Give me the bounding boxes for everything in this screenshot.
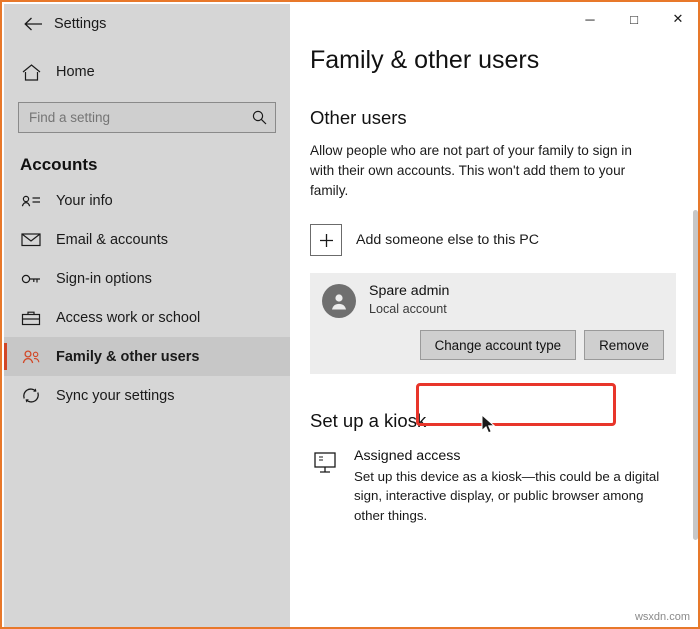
search-icon[interactable]	[252, 110, 267, 125]
assigned-access-description: Set up this device as a kiosk—this could…	[354, 469, 660, 523]
page-title: Family & other users	[310, 46, 540, 74]
sidebar-item-home-label: Home	[56, 64, 95, 80]
sidebar-item-family-other-users[interactable]: Family & other users	[4, 337, 290, 376]
watermark: wsxdn.com	[634, 611, 690, 623]
briefcase-icon	[20, 307, 42, 329]
sidebar-header: Settings	[4, 4, 290, 44]
remove-account-button[interactable]: Remove	[584, 330, 664, 361]
sidebar-item-your-info-label: Your info	[56, 192, 113, 209]
other-users-description: Allow people who are not part of your fa…	[310, 143, 632, 199]
add-user-button[interactable]: Add someone else to this PC	[310, 219, 676, 261]
sidebar-item-sign-in-options[interactable]: Sign-in options	[4, 259, 290, 298]
assigned-access-title: Assigned access	[354, 448, 461, 465]
people-icon	[20, 346, 42, 368]
user-account-name: Spare admin	[369, 283, 450, 300]
sidebar-item-email-accounts-label: Email & accounts	[56, 231, 169, 248]
kiosk-display-icon	[310, 448, 340, 478]
envelope-icon	[20, 229, 42, 251]
mouse-cursor	[481, 413, 497, 436]
assigned-access-item[interactable]: Assigned access Set up this device as a …	[310, 448, 676, 525]
app-window: Settings Home Accou	[0, 0, 700, 629]
vertical-scrollbar[interactable]	[693, 210, 698, 540]
user-account-actions: Change account type Remove	[322, 330, 664, 361]
sidebar-item-email-accounts[interactable]: Email & accounts	[4, 220, 290, 259]
settings-sidebar: Settings Home Accou	[4, 4, 290, 627]
other-users-heading: Other users	[310, 107, 407, 128]
window-controls: ─ □ ✕	[290, 4, 698, 40]
home-icon	[20, 61, 42, 83]
sidebar-item-sign-in-options-label: Sign-in options	[56, 270, 152, 287]
content-body: Family & other users Other users Allow p…	[290, 46, 698, 525]
sidebar-item-access-work-school[interactable]: Access work or school	[4, 298, 290, 337]
key-icon	[20, 268, 42, 290]
settings-content: ─ □ ✕ Family & other users Other users A…	[290, 4, 698, 627]
search-container	[18, 102, 276, 133]
avatar	[322, 283, 356, 318]
back-arrow-icon[interactable]	[18, 9, 48, 39]
sidebar-item-your-info[interactable]: Your info	[4, 181, 290, 220]
sidebar-item-sync-settings-label: Sync your settings	[56, 387, 175, 404]
maximize-button[interactable]: □	[612, 4, 656, 34]
window-title: Settings	[54, 16, 107, 32]
sidebar-item-family-other-users-label: Family & other users	[56, 348, 200, 365]
search-input[interactable]	[27, 109, 242, 126]
close-button[interactable]: ✕	[656, 4, 698, 34]
sidebar-item-access-work-school-label: Access work or school	[56, 309, 201, 326]
plus-icon	[310, 224, 342, 257]
user-account-type: Local account	[369, 302, 447, 317]
minimize-button[interactable]: ─	[568, 4, 612, 34]
sidebar-item-sync-settings[interactable]: Sync your settings	[4, 376, 290, 415]
change-account-type-button[interactable]: Change account type	[419, 330, 577, 361]
person-card-icon	[20, 190, 42, 212]
user-account-row: Spare admin Local account	[322, 283, 664, 318]
sync-icon	[20, 385, 42, 407]
search-box[interactable]	[18, 102, 276, 133]
user-account-card[interactable]: Spare admin Local account Change account…	[310, 273, 676, 375]
sidebar-section-title: Accounts	[20, 155, 98, 174]
add-user-label: Add someone else to this PC	[356, 232, 539, 249]
sidebar-item-home[interactable]: Home	[4, 52, 290, 92]
